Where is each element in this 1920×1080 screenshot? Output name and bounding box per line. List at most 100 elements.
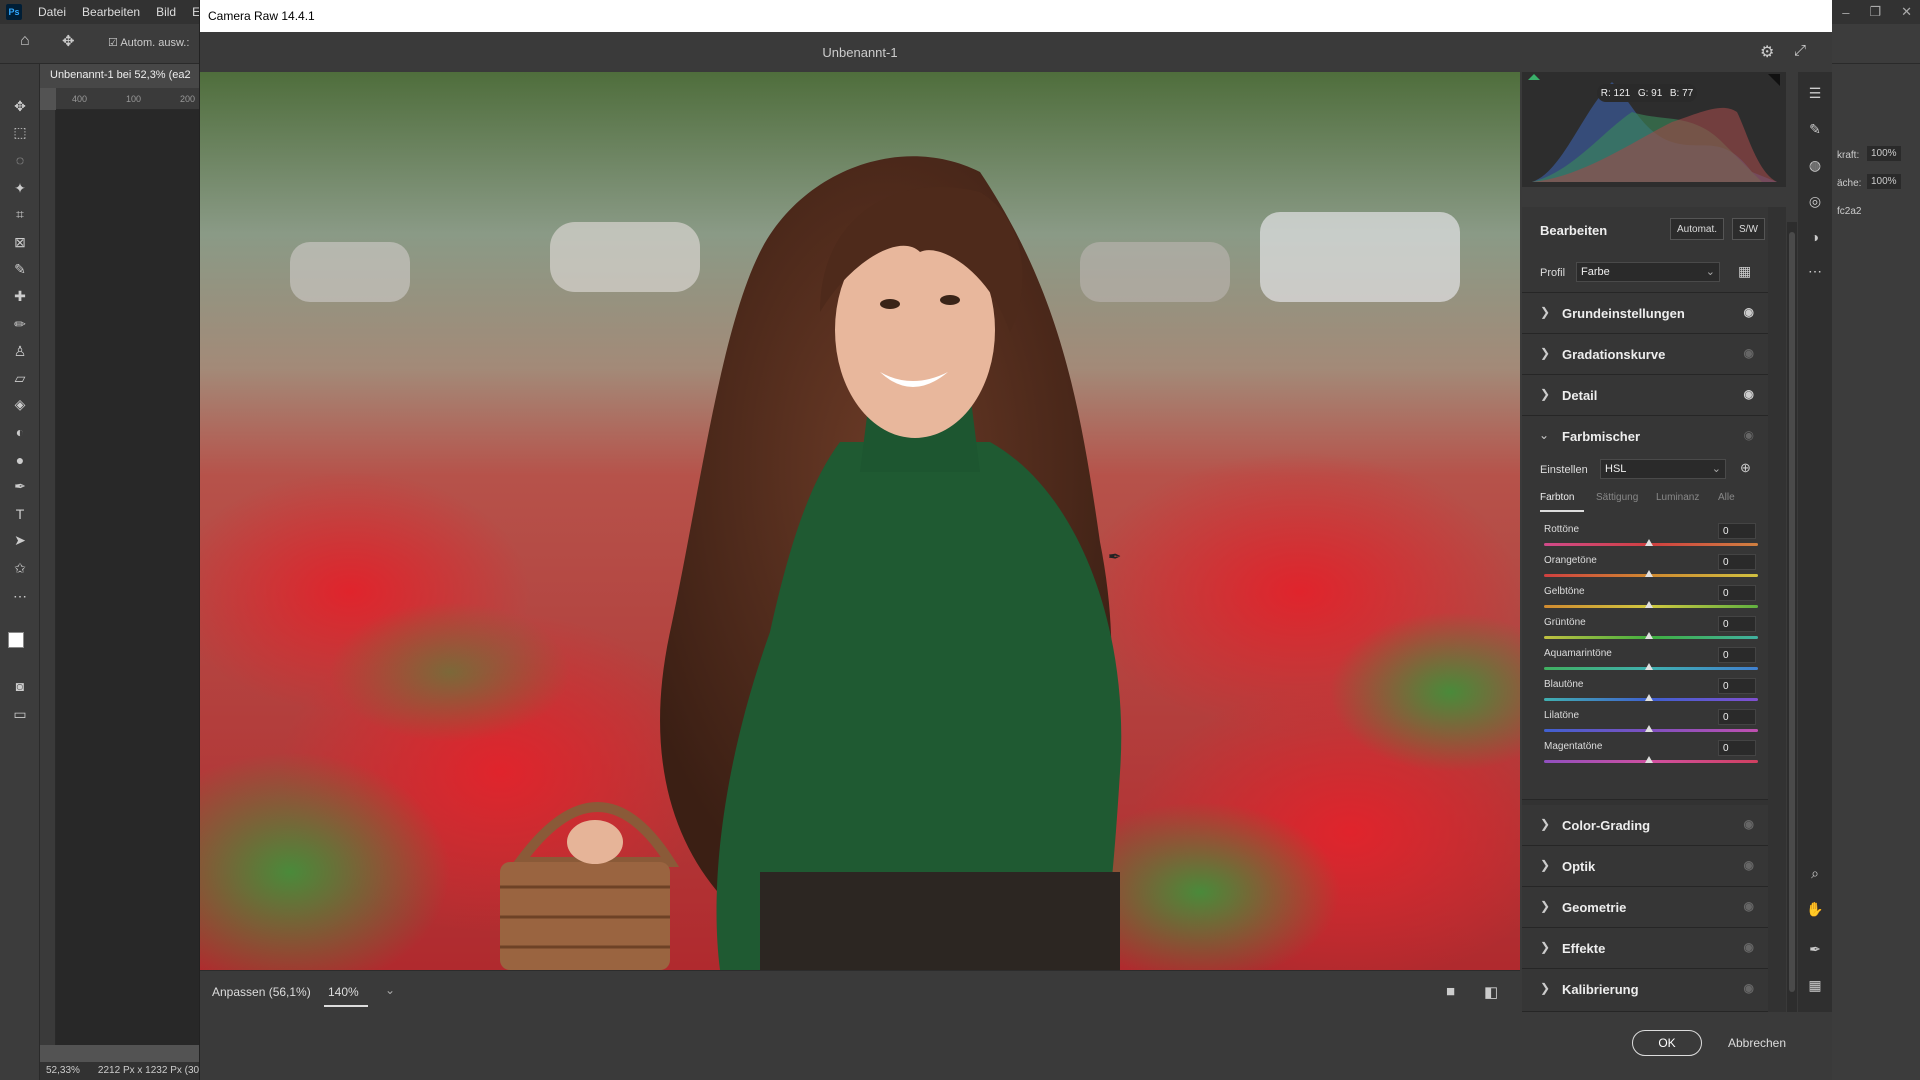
fill-value[interactable]: 100% [1867, 174, 1901, 189]
section-geometrie[interactable]: ❯ Geometrie ◉ [1522, 887, 1768, 928]
close-icon[interactable]: ✕ [1901, 4, 1912, 20]
targeted-adjust-icon[interactable]: ⊕ [1740, 460, 1751, 476]
gear-icon[interactable]: ⚙ [1760, 42, 1774, 62]
fullscreen-icon[interactable]: ⤢ [1794, 42, 1806, 59]
slider-value[interactable]: 0 [1718, 616, 1756, 632]
path-select-icon[interactable]: ➤ [10, 530, 30, 550]
slider-thumb[interactable] [1645, 663, 1653, 670]
slider-rottoene[interactable]: Rottöne 0 [1544, 523, 1758, 555]
hand-icon[interactable]: ✋ [1806, 900, 1824, 918]
shape-icon[interactable]: ✩ [10, 558, 30, 578]
section-effekte[interactable]: ❯ Effekte ◉ [1522, 928, 1768, 969]
section-detail[interactable]: ❯ Detail ◉ [1522, 375, 1768, 416]
mask-icon[interactable]: ◍ [1806, 156, 1824, 174]
chevron-down-icon[interactable]: ⌄ [1539, 428, 1549, 442]
ps-document-tab[interactable]: Unbenannt-1 bei 52,3% (ea2 [40, 64, 200, 88]
section-grundeinstellungen[interactable]: ❯ Grundeinstellungen ◉ [1522, 293, 1768, 334]
blur-icon[interactable]: ◐ [10, 422, 30, 442]
move-icon[interactable]: ✥ [10, 96, 30, 116]
eyedropper-icon[interactable]: ✎ [10, 259, 30, 279]
zoom-value[interactable]: 140% [328, 985, 359, 999]
dodge-icon[interactable]: ● [10, 450, 30, 470]
slider-blautoene[interactable]: Blautöne 0 [1544, 678, 1758, 710]
eye-icon[interactable]: ◉ [1744, 387, 1754, 401]
stamp-icon[interactable]: ♙ [10, 341, 30, 361]
frame-icon[interactable]: ⊠ [10, 232, 30, 252]
tab-alle[interactable]: Alle [1718, 492, 1735, 503]
auto-button[interactable]: Automat. [1670, 218, 1725, 240]
profile-select[interactable]: Farbe ⌄ [1576, 262, 1720, 282]
autoselect-checkbox[interactable]: ☑ Autom. ausw.: [108, 36, 189, 49]
restore-icon[interactable]: ❐ [1869, 4, 1881, 20]
move-tool-icon[interactable]: ✥ [62, 32, 75, 50]
layer-name[interactable]: fc2a2 [1837, 206, 1861, 217]
menu-bild[interactable]: Bild [148, 5, 184, 19]
slider-thumb[interactable] [1645, 725, 1653, 732]
eraser-icon[interactable]: ▱ [10, 368, 30, 388]
slider-thumb[interactable] [1645, 756, 1653, 763]
section-kalibrierung[interactable]: ❯ Kalibrierung ◉ [1522, 969, 1768, 1012]
quickmask-icon[interactable]: ◙ [10, 676, 30, 696]
slider-thumb[interactable] [1645, 601, 1653, 608]
chevron-down-icon[interactable]: ⌄ [385, 983, 395, 997]
brush-icon[interactable]: ✏ [10, 314, 30, 334]
slider-value[interactable]: 0 [1718, 585, 1756, 601]
heal-brush-icon[interactable]: ✎ [1806, 120, 1824, 138]
slider-thumb[interactable] [1645, 539, 1653, 546]
before-after-icon[interactable]: ◧ [1484, 983, 1498, 1001]
slider-aquamarintoene[interactable]: Aquamarintöne 0 [1544, 647, 1758, 679]
eye-icon[interactable]: ◉ [1744, 428, 1754, 442]
slider-gelbtoene[interactable]: Gelbtöne 0 [1544, 585, 1758, 617]
type-icon[interactable]: T [10, 504, 30, 524]
pen-icon[interactable]: ✒ [10, 476, 30, 496]
more-options-icon[interactable]: ⋯ [1806, 262, 1824, 280]
eye-icon[interactable]: ◉ [1744, 305, 1754, 319]
slider-thumb[interactable] [1645, 694, 1653, 701]
lasso-icon[interactable]: ◌ [10, 150, 30, 170]
slider-thumb[interactable] [1645, 570, 1653, 577]
section-optik[interactable]: ❯ Optik ◉ [1522, 846, 1768, 887]
presets-icon[interactable]: ◑ [1806, 228, 1824, 246]
slider-value[interactable]: 0 [1718, 523, 1756, 539]
zoom-icon[interactable]: ⌕ [1806, 864, 1824, 882]
eye-icon[interactable]: ◉ [1744, 817, 1754, 831]
cancel-button[interactable]: Abbrechen [1716, 1030, 1798, 1056]
image-preview[interactable]: ✒ [200, 72, 1520, 970]
eye-icon[interactable]: ◉ [1744, 858, 1754, 872]
slider-thumb[interactable] [1645, 632, 1653, 639]
slider-orangetoene[interactable]: Orangetöne 0 [1544, 554, 1758, 586]
einstellen-select[interactable]: HSL ⌄ [1600, 459, 1726, 479]
bucket-icon[interactable]: ◈ [10, 394, 30, 414]
healing-icon[interactable]: ✚ [10, 286, 30, 306]
tab-luminanz[interactable]: Luminanz [1656, 492, 1699, 503]
eye-icon[interactable]: ◉ [1744, 940, 1754, 954]
slider-lilatoene[interactable]: Lilatöne 0 [1544, 709, 1758, 741]
single-view-icon[interactable]: ■ [1446, 983, 1455, 1000]
magic-wand-icon[interactable]: ✦ [10, 178, 30, 198]
section-gradationskurve[interactable]: ❯ Gradationskurve ◉ [1522, 334, 1768, 375]
tab-saettigung[interactable]: Sättigung [1596, 492, 1638, 503]
panel-scrollbar[interactable] [1787, 222, 1797, 1012]
more-tools-icon[interactable]: ⋯ [10, 586, 30, 606]
red-eye-icon[interactable]: ◎ [1806, 192, 1824, 210]
tab-farbton[interactable]: Farbton [1540, 492, 1574, 503]
menu-bearbeiten[interactable]: Bearbeiten [74, 5, 148, 19]
eye-icon[interactable]: ◉ [1744, 899, 1754, 913]
scrollbar-thumb[interactable] [1789, 232, 1795, 992]
shadow-clip-icon[interactable] [1528, 74, 1540, 80]
screen-mode-icon[interactable]: ▭ [10, 704, 30, 724]
slider-value[interactable]: 0 [1718, 647, 1756, 663]
ok-button[interactable]: OK [1632, 1030, 1702, 1056]
slider-value[interactable]: 0 [1718, 554, 1756, 570]
grid-icon[interactable]: ▦ [1806, 976, 1824, 994]
eye-icon[interactable]: ◉ [1744, 346, 1754, 360]
slider-magentatoene[interactable]: Magentatöne 0 [1544, 740, 1758, 772]
status-zoom[interactable]: 52,33% [46, 1065, 80, 1077]
bw-button[interactable]: S/W [1732, 218, 1765, 240]
crop-icon[interactable]: ⌗ [10, 204, 30, 224]
marquee-icon[interactable]: ⬚ [10, 122, 30, 142]
slider-gruentoene[interactable]: Grüntöne 0 [1544, 616, 1758, 648]
slider-value[interactable]: 0 [1718, 678, 1756, 694]
profile-browser-icon[interactable]: ▦ [1738, 263, 1751, 280]
foreground-color-swatch[interactable] [8, 632, 24, 648]
